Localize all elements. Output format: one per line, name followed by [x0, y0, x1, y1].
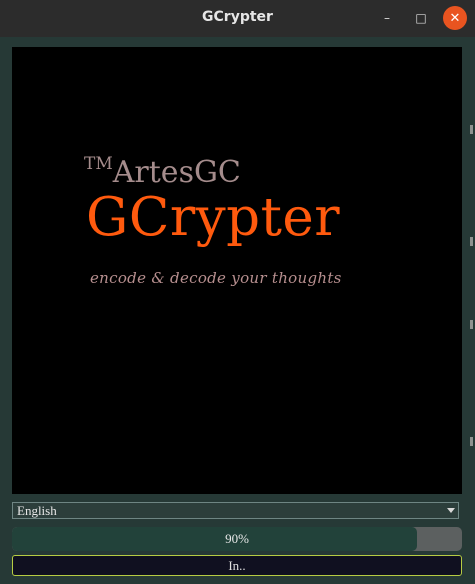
close-button[interactable]: ✕ — [443, 6, 467, 30]
init-button[interactable]: In.. — [12, 555, 462, 576]
language-select-value: English — [17, 503, 57, 518]
minimize-icon: – — [384, 11, 390, 25]
language-select[interactable]: English — [12, 502, 459, 519]
maximize-icon: □ — [415, 11, 427, 25]
minimize-button[interactable]: – — [375, 6, 399, 30]
brand-logo-company: TMArtesGC — [84, 154, 241, 190]
window-content: TMArtesGC GCrypter encode & decode your … — [0, 37, 475, 584]
close-icon: ✕ — [449, 10, 461, 26]
progress-bar: 90% — [12, 527, 462, 551]
edge-mark — [470, 437, 473, 446]
title-bar[interactable]: GCrypter – □ ✕ — [0, 0, 475, 38]
progress-label: 90% — [225, 531, 249, 546]
maximize-button[interactable]: □ — [409, 6, 433, 30]
edge-mark — [470, 237, 473, 246]
window-title: GCrypter — [202, 9, 273, 25]
company-name: ArtesGC — [112, 155, 241, 190]
init-button-label: In.. — [228, 558, 246, 573]
tagline: encode & decode your thoughts — [90, 269, 342, 287]
edge-mark — [470, 320, 473, 329]
trademark-symbol: TM — [84, 154, 113, 174]
app-name-logo: GCrypter — [86, 187, 341, 248]
splash-image: TMArtesGC GCrypter encode & decode your … — [12, 47, 462, 494]
edge-mark — [470, 125, 473, 134]
chevron-down-icon — [447, 508, 455, 513]
